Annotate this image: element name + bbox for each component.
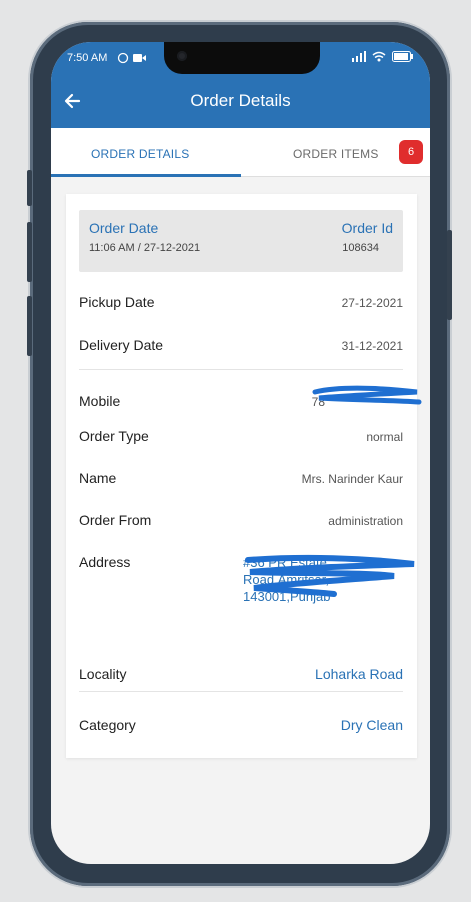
order-summary-box: Order Date 11:06 AM / 27-12-2021 Order I… bbox=[79, 210, 403, 272]
tab-order-items[interactable]: ORDER ITEMS 6 bbox=[241, 128, 430, 176]
status-time: 7:50 AM bbox=[67, 52, 108, 64]
order-type-row: Order Type normal bbox=[79, 428, 403, 452]
items-count-badge: 6 bbox=[399, 140, 423, 164]
camera-icon bbox=[177, 51, 187, 61]
delivery-date-value: 31-12-2021 bbox=[341, 339, 403, 353]
tab-bar: ORDER DETAILS ORDER ITEMS 6 bbox=[51, 128, 430, 177]
locality-row: Locality Loharka Road bbox=[79, 666, 403, 690]
redaction-scribble bbox=[245, 554, 415, 597]
order-id-label: Order Id bbox=[341, 220, 393, 236]
order-type-label: Order Type bbox=[79, 428, 149, 444]
category-value[interactable]: Dry Clean bbox=[341, 717, 403, 733]
alarm-icon bbox=[117, 52, 129, 64]
redaction-scribble bbox=[312, 385, 422, 405]
order-details-card: Order Date 11:06 AM / 27-12-2021 Order I… bbox=[66, 194, 422, 758]
delivery-date-row: Delivery Date 31-12-2021 bbox=[79, 337, 403, 361]
order-type-value: normal bbox=[366, 430, 403, 444]
category-label: Category bbox=[79, 717, 136, 733]
tab-order-details[interactable]: ORDER DETAILS bbox=[51, 128, 241, 177]
locality-value[interactable]: Loharka Road bbox=[315, 666, 403, 682]
pickup-date-row: Pickup Date 27-12-2021 bbox=[79, 294, 403, 318]
phone-screen: 7:50 AM Order Details ORDER DETAILS ORDE… bbox=[51, 42, 430, 864]
volume-button bbox=[27, 170, 32, 206]
order-date-value: 11:06 AM / 27-12-2021 bbox=[89, 242, 201, 254]
address-label: Address bbox=[79, 554, 131, 570]
locality-label: Locality bbox=[79, 666, 127, 682]
video-icon bbox=[133, 54, 142, 62]
mobile-label: Mobile bbox=[79, 393, 121, 409]
name-value: Mrs. Narinder Kaur bbox=[301, 472, 403, 486]
order-id-value: 108634 bbox=[342, 242, 379, 254]
order-date-label: Order Date bbox=[89, 220, 159, 236]
app-bar: 7:50 AM Order Details bbox=[51, 42, 430, 128]
category-row: Category Dry Clean bbox=[79, 717, 403, 741]
divider bbox=[79, 691, 403, 692]
volume-button bbox=[27, 296, 32, 356]
pickup-date-label: Pickup Date bbox=[79, 294, 155, 310]
order-from-label: Order From bbox=[79, 512, 152, 528]
signal-icon bbox=[352, 51, 366, 62]
tab-label: ORDER ITEMS bbox=[293, 147, 379, 161]
name-label: Name bbox=[79, 470, 117, 486]
active-tab-indicator bbox=[51, 174, 241, 177]
divider bbox=[79, 369, 403, 370]
power-button bbox=[447, 230, 452, 320]
volume-button bbox=[27, 222, 32, 282]
page-title: Order Details bbox=[190, 91, 291, 110]
battery-icon bbox=[392, 51, 413, 62]
tab-label: ORDER DETAILS bbox=[91, 147, 190, 161]
camera-notch bbox=[164, 42, 320, 74]
order-from-row: Order From administration bbox=[79, 512, 403, 536]
status-right bbox=[352, 51, 414, 62]
pickup-date-value: 27-12-2021 bbox=[341, 296, 403, 310]
name-row: Name Mrs. Narinder Kaur bbox=[79, 470, 403, 494]
wifi-icon bbox=[372, 51, 386, 62]
delivery-date-label: Delivery Date bbox=[79, 337, 164, 353]
order-from-value: administration bbox=[328, 514, 403, 528]
